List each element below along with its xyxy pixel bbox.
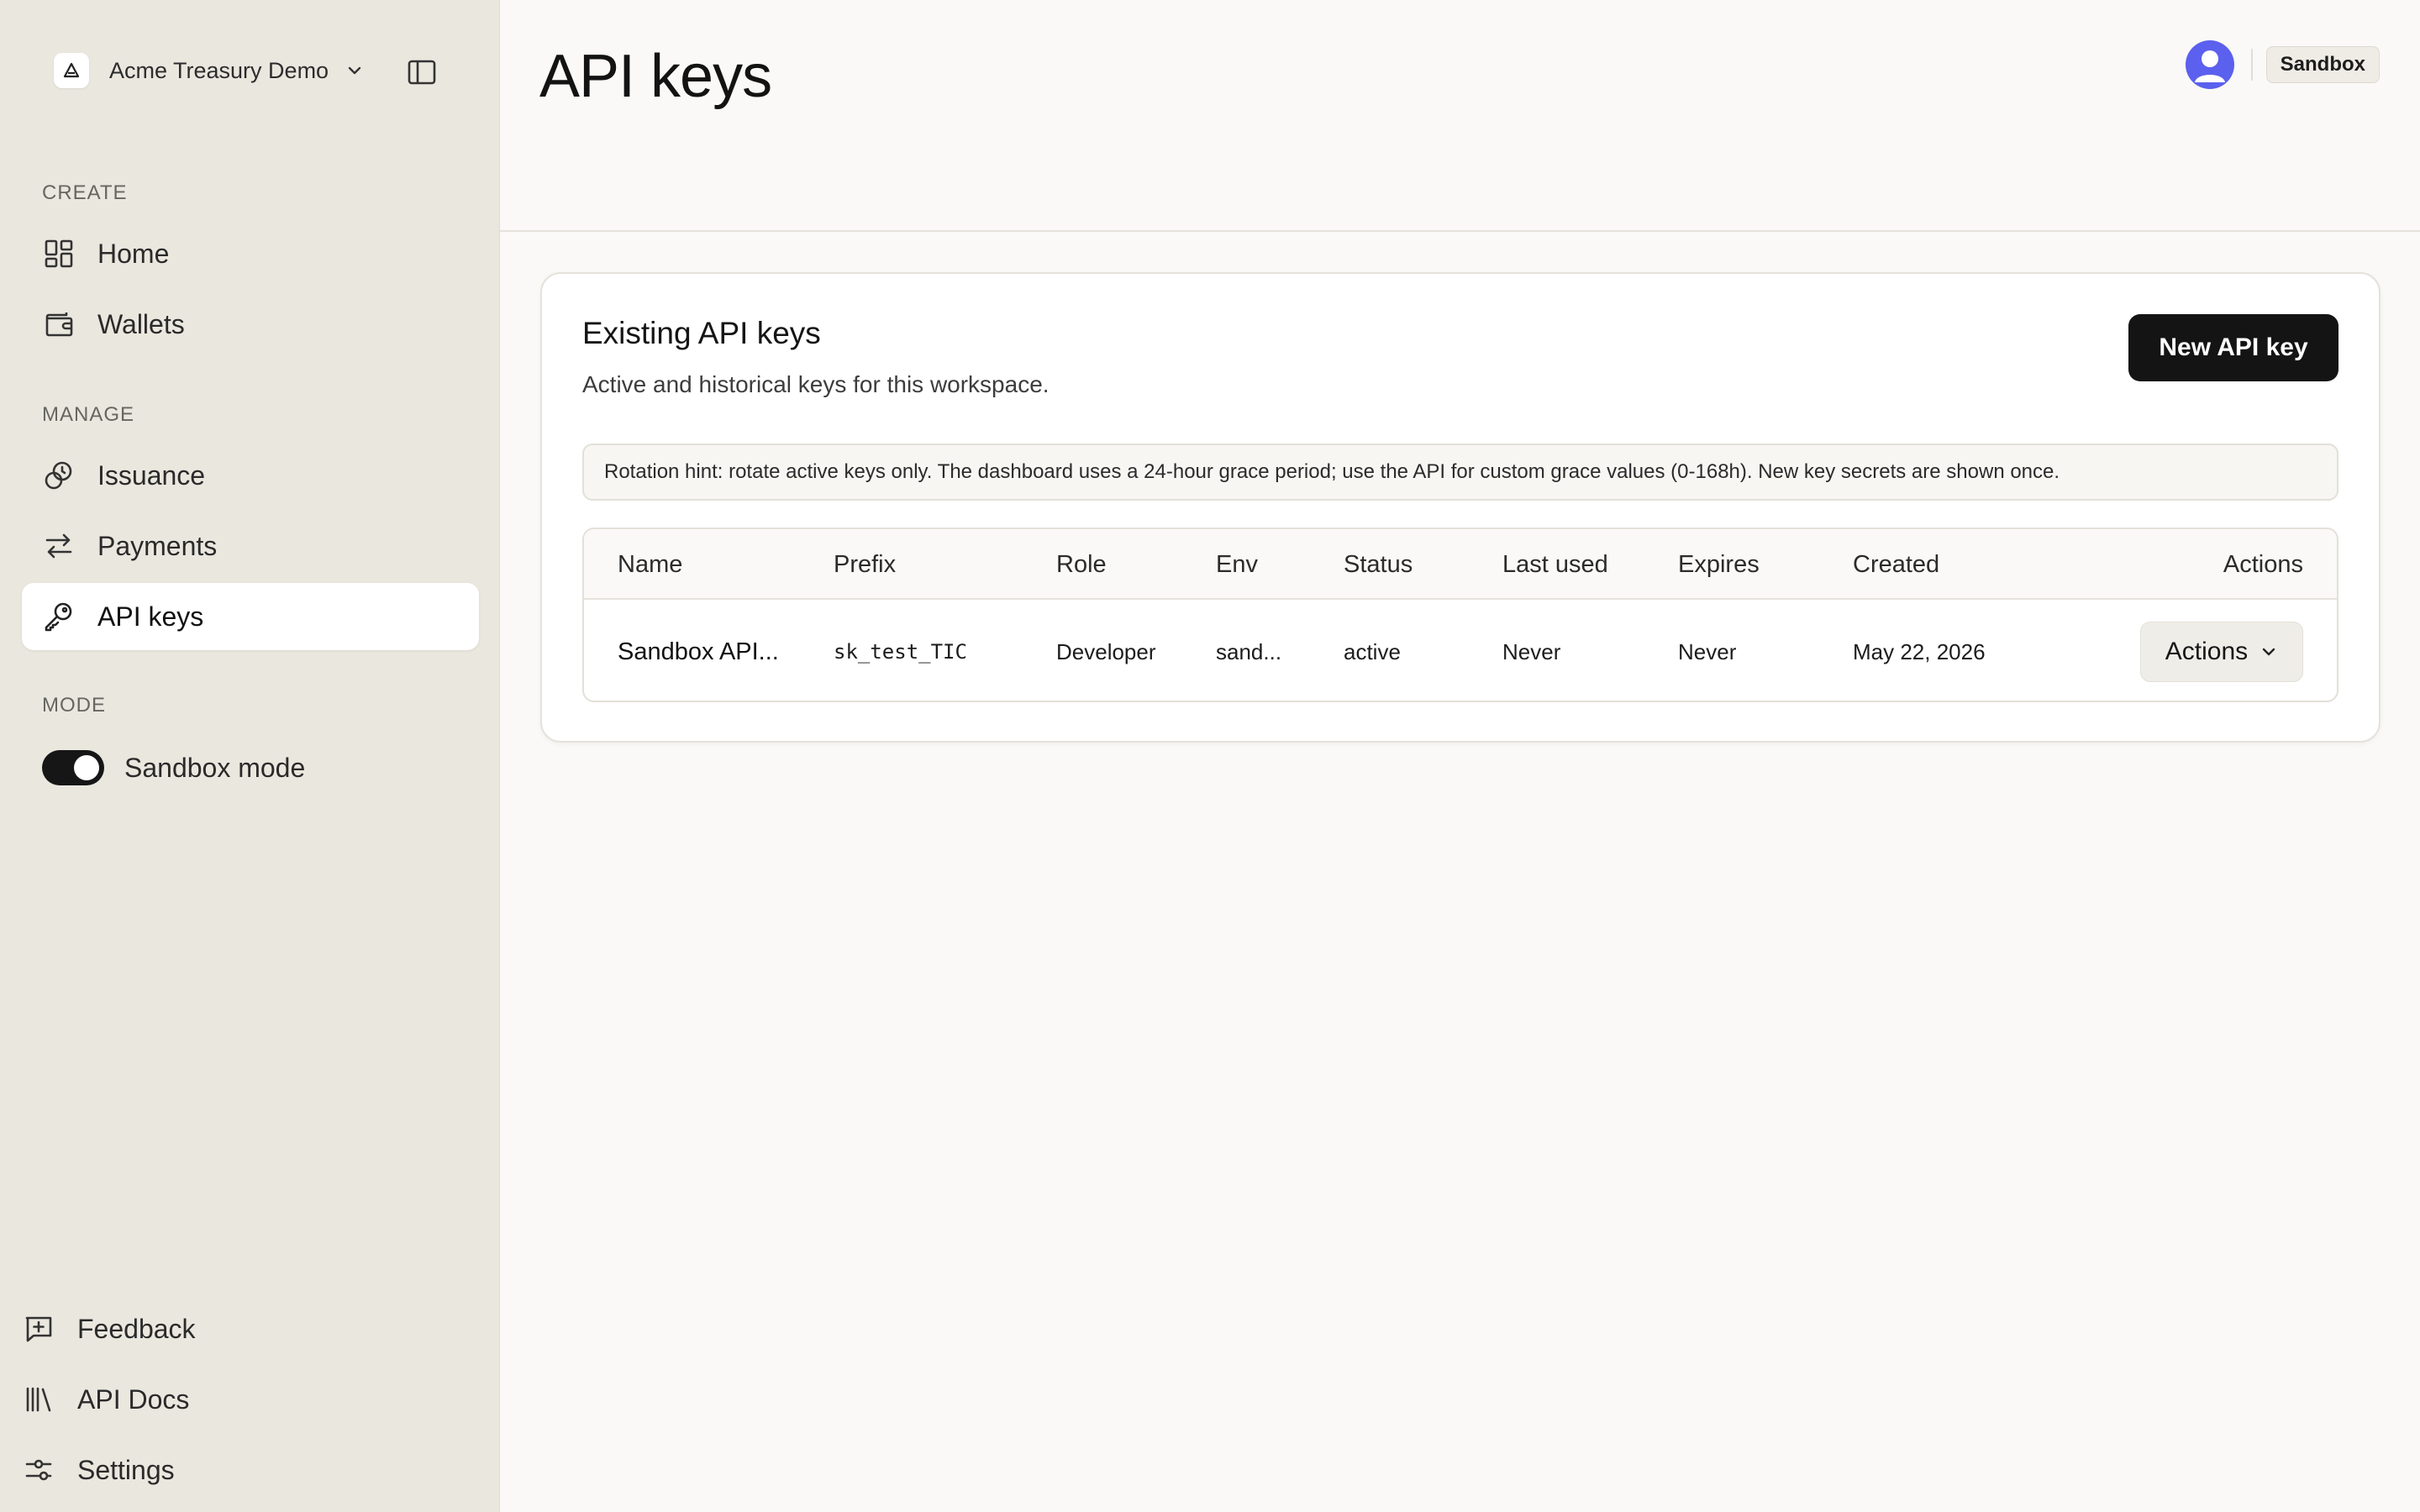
key-icon [42, 600, 76, 633]
column-header-created: Created [1853, 550, 1940, 578]
column-header-role: Role [1056, 550, 1107, 578]
cell-name: Sandbox API... [618, 638, 779, 665]
page-header: API keys Sandbox [500, 0, 2420, 232]
main-content: API keys Sandbox Existing API keys Activ… [499, 0, 2420, 1512]
environment-badge: Sandbox [2265, 46, 2380, 83]
toggle-knob [74, 755, 99, 780]
sidebar-item-label: Home [97, 238, 170, 269]
section-label-manage: MANAGE [42, 403, 135, 426]
table-header: Name Prefix Role Env Status Last used Ex… [584, 529, 2337, 600]
table-row: Sandbox API... sk_test_TIC Developer san… [584, 601, 2337, 701]
avatar[interactable] [2185, 40, 2234, 89]
card-title: Existing API keys [582, 316, 821, 350]
column-header-name: Name [618, 550, 683, 578]
chevron-down-icon [2260, 643, 2278, 661]
sidebar-item-label: Wallets [97, 308, 185, 339]
sidebar-item-settings[interactable]: Settings [22, 1445, 175, 1495]
rotation-hint: Rotation hint: rotate active keys only. … [582, 444, 2338, 501]
workspace-name: Acme Treasury Demo [109, 57, 329, 83]
grid-icon [42, 237, 76, 270]
cell-env: sand... [1216, 638, 1282, 664]
section-label-create: CREATE [42, 181, 128, 204]
cell-created: May 22, 2026 [1853, 638, 1986, 664]
section-label-mode: MODE [42, 694, 106, 717]
sidebar-item-label: API Docs [77, 1383, 190, 1415]
sidebar-item-feedback[interactable]: Feedback [22, 1304, 196, 1354]
sandbox-mode-toggle[interactable] [42, 750, 104, 785]
sidebar-item-api-docs[interactable]: API Docs [22, 1374, 189, 1425]
sidebar-item-label: Payments [97, 530, 218, 561]
column-header-env: Env [1216, 550, 1258, 578]
sidebar-item-issuance[interactable]: Issuance [22, 442, 479, 509]
column-header-actions: Actions [2223, 550, 2303, 578]
user-icon [2194, 50, 2225, 82]
row-actions-button[interactable]: Actions [2140, 622, 2303, 682]
sidebar-item-payments[interactable]: Payments [22, 512, 479, 580]
header-divider [2250, 49, 2253, 81]
new-api-key-button[interactable]: New API key [2128, 314, 2338, 381]
sandbox-mode-row: Sandbox mode [42, 746, 305, 790]
sidebar-item-home[interactable]: Home [22, 220, 479, 287]
sidebar-item-label: Feedback [77, 1313, 196, 1344]
sidebar-item-label: API keys [97, 601, 204, 632]
card-subtitle: Active and historical keys for this work… [582, 371, 1050, 397]
sidebar-item-label: Issuance [97, 459, 206, 491]
workspace-switcher[interactable]: Acme Treasury Demo [54, 52, 364, 89]
sandbox-mode-label: Sandbox mode [124, 752, 306, 783]
arrows-left-right-icon [42, 529, 76, 563]
cell-expires: Never [1678, 638, 1737, 664]
feedback-icon [22, 1312, 55, 1346]
coins-icon [42, 459, 76, 492]
api-keys-card: Existing API keys Active and historical … [540, 272, 2381, 743]
sidebar-item-api-keys[interactable]: API keys [22, 583, 479, 650]
library-icon [22, 1383, 55, 1416]
cell-prefix: sk_test_TIC [834, 640, 967, 664]
column-header-status: Status [1344, 550, 1413, 578]
sidebar-collapse-icon[interactable] [405, 55, 439, 89]
sidebar-item-label: Settings [77, 1454, 175, 1485]
row-actions-label: Actions [2165, 638, 2249, 665]
sidebar: Acme Treasury Demo CREATE Home Wallets M… [0, 0, 497, 1512]
sliders-icon [22, 1453, 55, 1487]
column-header-last-used: Last used [1502, 550, 1608, 578]
chevron-down-icon [345, 61, 364, 80]
column-header-prefix: Prefix [834, 550, 897, 578]
sidebar-item-wallets[interactable]: Wallets [22, 291, 479, 358]
cell-status: active [1344, 638, 1401, 664]
cell-role: Developer [1056, 638, 1156, 664]
column-header-expires: Expires [1678, 550, 1760, 578]
workspace-logo-icon [54, 53, 89, 88]
api-keys-table: Name Prefix Role Env Status Last used Ex… [582, 528, 2338, 702]
header-actions: Sandbox [2185, 40, 2380, 89]
page-title: API keys [539, 43, 772, 110]
cell-last-used: Never [1502, 638, 1561, 664]
wallet-icon [42, 307, 76, 341]
